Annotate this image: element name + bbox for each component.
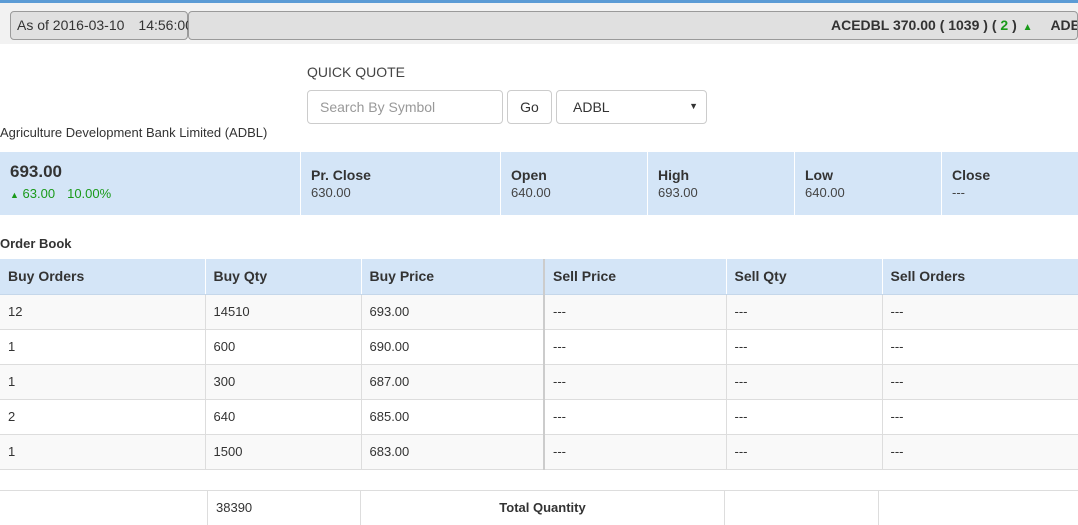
cell: 12 <box>0 294 206 330</box>
ticker-bar: As of 2016-03-10 14:56:00 ACEDBL 370.00 (… <box>0 0 1078 44</box>
cell: --- <box>726 434 883 470</box>
totals-empty-cell <box>879 491 1078 525</box>
total-buy-qty: 38390 <box>208 491 361 525</box>
table-row: 1 600 690.00 --- --- --- <box>0 329 1078 365</box>
cell: --- <box>726 399 883 435</box>
table-row: 1 300 687.00 --- --- --- <box>0 364 1078 400</box>
cell: --- <box>544 329 727 365</box>
price-summary: 693.00 ▲ 63.00 10.00% Pr. Close 630.00 Op… <box>0 152 1078 215</box>
cell: 2 <box>0 399 206 435</box>
company-name: Agriculture Development Bank Limited (AD… <box>0 125 268 140</box>
ticker-change-close: ) <box>1012 17 1017 33</box>
last-traded-price: 693.00 <box>10 162 62 181</box>
cell: --- <box>882 399 1078 435</box>
cell: --- <box>882 294 1078 330</box>
col-sell-orders: Sell Orders <box>882 259 1078 295</box>
cell: --- <box>726 364 883 400</box>
ticker-symbol[interactable]: ACEDBL <box>831 17 889 33</box>
total-sell-qty <box>725 491 879 525</box>
price-change: ▲ 63.00 10.00% <box>10 186 300 201</box>
order-book-table: Buy Orders Buy Qty Buy Price Sell Price … <box>0 259 1078 470</box>
totals-row: 38390 Total Quantity <box>0 490 1078 525</box>
table-row: 1 1500 683.00 --- --- --- <box>0 434 1078 470</box>
cell: --- <box>882 434 1078 470</box>
change-value: 63.00 <box>22 186 56 201</box>
cell: 1 <box>0 364 206 400</box>
col-buy-qty: Buy Qty <box>205 259 362 295</box>
ltp-cell: 693.00 ▲ 63.00 10.00% <box>0 152 301 215</box>
cell: --- <box>726 329 883 365</box>
col-sell-price: Sell Price <box>544 259 727 295</box>
col-buy-price: Buy Price <box>361 259 545 295</box>
cell: --- <box>544 364 727 400</box>
caret-down-icon: ▼ <box>689 101 698 111</box>
cell: --- <box>726 294 883 330</box>
ticker-change: 2 <box>1000 17 1009 33</box>
ticker-symbol[interactable]: ADBL 6 <box>1050 17 1077 33</box>
cell: --- <box>544 399 727 435</box>
change-percent: 10.00% <box>67 186 112 201</box>
cell: 683.00 <box>361 434 545 470</box>
high-label: High <box>658 167 690 183</box>
prev-close-value: 630.00 <box>311 185 351 200</box>
quick-quote-label: QUICK QUOTE <box>307 64 406 80</box>
low-value: 640.00 <box>805 185 845 200</box>
cell: 640 <box>205 399 362 435</box>
open-label: Open <box>511 167 547 183</box>
up-arrow-icon: ▲ <box>1022 22 1033 33</box>
ticker-price: 370.00 <box>892 17 936 33</box>
cell: 693.00 <box>361 294 545 330</box>
cell: 690.00 <box>361 329 545 365</box>
col-buy-orders: Buy Orders <box>0 259 206 295</box>
open-cell: Open 640.00 <box>501 152 648 215</box>
prev-close-label: Pr. Close <box>311 167 371 183</box>
table-row: 12 14510 693.00 --- --- --- <box>0 294 1078 330</box>
total-quantity-label: Total Quantity <box>361 491 725 525</box>
cell: 600 <box>205 329 362 365</box>
close-value: --- <box>952 185 965 200</box>
prev-close-cell: Pr. Close 630.00 <box>301 152 501 215</box>
cell: --- <box>544 434 727 470</box>
table-header-row: Buy Orders Buy Qty Buy Price Sell Price … <box>0 259 1078 295</box>
symbol-select[interactable]: ADBL ▼ <box>556 90 707 124</box>
ticker-change-open: ( <box>991 17 997 33</box>
open-value: 640.00 <box>511 185 551 200</box>
ticker-volume: ( 1039 ) <box>939 17 988 33</box>
high-value: 693.00 <box>658 185 698 200</box>
symbol-select-value: ADBL <box>573 99 610 115</box>
cell: 14510 <box>205 294 362 330</box>
low-label: Low <box>805 167 833 183</box>
close-label: Close <box>952 167 991 183</box>
ticker-marquee[interactable]: ACEDBL 370.00 ( 1039 ) ( 2 ) ▲ ADBL 6 <box>188 11 1078 40</box>
cell: 300 <box>205 364 362 400</box>
cell: --- <box>882 329 1078 365</box>
cell: 685.00 <box>361 399 545 435</box>
low-cell: Low 640.00 <box>795 152 942 215</box>
cell: 687.00 <box>361 364 545 400</box>
up-arrow-icon: ▲ <box>10 190 19 200</box>
cell: 1 <box>0 329 206 365</box>
table-row: 2 640 685.00 --- --- --- <box>0 399 1078 435</box>
cell: --- <box>882 364 1078 400</box>
totals-empty-cell <box>0 491 208 525</box>
close-cell: Close --- <box>942 152 1078 215</box>
as-of-date: As of 2016-03-10 <box>17 17 125 33</box>
cell: 1500 <box>205 434 362 470</box>
symbol-search-input[interactable] <box>307 90 503 124</box>
cell: --- <box>544 294 727 330</box>
as-of-box: As of 2016-03-10 14:56:00 <box>10 11 193 40</box>
go-button[interactable]: Go <box>507 90 552 124</box>
order-book-title: Order Book <box>0 236 72 251</box>
high-cell: High 693.00 <box>648 152 795 215</box>
as-of-time: 14:56:00 <box>138 17 193 33</box>
col-sell-qty: Sell Qty <box>726 259 883 295</box>
ticker-track: ACEDBL 370.00 ( 1039 ) ( 2 ) ▲ ADBL 6 <box>831 17 1077 33</box>
cell: 1 <box>0 434 206 470</box>
